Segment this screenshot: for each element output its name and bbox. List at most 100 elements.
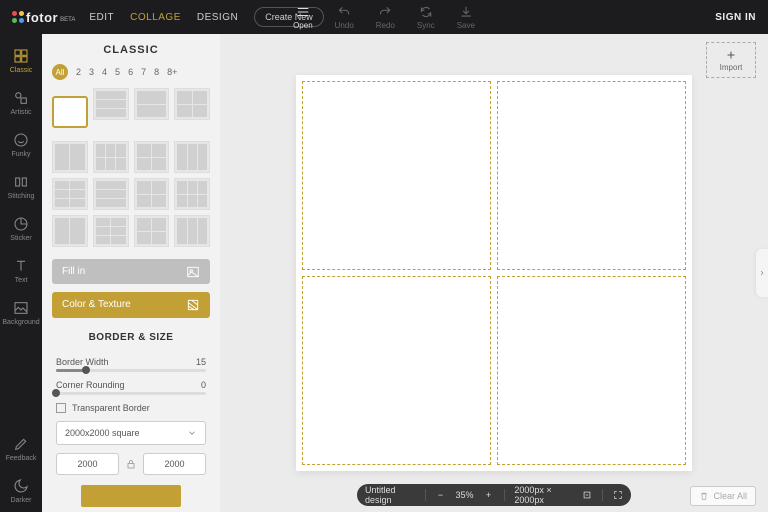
redo-icon <box>378 5 392 19</box>
zoom-value: 35% <box>455 490 473 500</box>
template-item[interactable] <box>52 215 88 247</box>
border-size-title: BORDER & SIZE <box>42 322 220 349</box>
smile-icon <box>13 132 29 148</box>
logo-beta: BETA <box>60 17 75 23</box>
border-width-value: 15 <box>196 357 206 367</box>
apply-button[interactable] <box>81 485 181 507</box>
corner-rounding-value: 0 <box>201 380 206 390</box>
template-item[interactable] <box>174 178 210 210</box>
zoom-out-button[interactable]: − <box>435 489 445 501</box>
rail-classic[interactable]: Classic <box>0 40 42 82</box>
count-7[interactable]: 7 <box>141 67 146 77</box>
redo-button[interactable]: Redo <box>376 5 395 30</box>
checkbox-icon <box>56 403 66 413</box>
stitch-icon <box>13 174 29 190</box>
template-item[interactable] <box>93 215 129 247</box>
rail-darker[interactable]: Darker <box>0 470 42 512</box>
corner-rounding-slider[interactable] <box>56 392 206 395</box>
logo-text: fotor <box>26 10 58 25</box>
nav-design[interactable]: DESIGN <box>197 12 238 23</box>
count-all[interactable]: All <box>52 64 68 80</box>
top-bar: fotor BETA EDIT COLLAGE DESIGN Create Ne… <box>0 0 768 34</box>
signin-button[interactable]: SIGN IN <box>715 12 756 23</box>
template-item[interactable] <box>52 141 88 173</box>
sticker-icon <box>13 216 29 232</box>
design-title[interactable]: Untitled design <box>365 485 415 505</box>
template-item[interactable] <box>134 178 170 210</box>
chevron-right-icon <box>758 269 766 277</box>
template-item[interactable] <box>93 88 129 120</box>
collage-cell[interactable] <box>302 276 491 465</box>
template-item[interactable] <box>174 141 210 173</box>
template-item[interactable] <box>134 88 170 120</box>
rail-stitching[interactable]: Stitching <box>0 166 42 208</box>
fullscreen-icon[interactable] <box>613 489 623 501</box>
undo-button[interactable]: Undo <box>335 5 354 30</box>
count-4[interactable]: 4 <box>102 67 107 77</box>
template-item[interactable] <box>52 96 88 128</box>
rail-text[interactable]: Text <box>0 250 42 292</box>
shapes-icon <box>13 90 29 106</box>
corner-rounding-label: Corner Rounding <box>56 380 125 390</box>
height-input[interactable]: 2000 <box>143 453 206 475</box>
grid-icon <box>13 48 29 64</box>
collage-cell[interactable] <box>302 81 491 270</box>
rail-background[interactable]: Background <box>0 292 42 334</box>
plus-icon <box>725 49 737 61</box>
open-button[interactable]: Open <box>293 5 313 30</box>
border-width-slider[interactable] <box>56 369 206 372</box>
menu-icon <box>296 5 310 19</box>
expand-handle[interactable] <box>756 249 768 297</box>
save-button[interactable]: Save <box>457 5 475 30</box>
collage-cell[interactable] <box>497 276 686 465</box>
rail-feedback[interactable]: Feedback <box>0 428 42 470</box>
artboard[interactable] <box>296 75 692 471</box>
color-texture-button[interactable]: Color & Texture <box>52 292 210 317</box>
panel-title: CLASSIC <box>42 34 220 64</box>
template-item[interactable] <box>174 88 210 120</box>
zoom-in-button[interactable]: + <box>484 489 494 501</box>
main-nav: EDIT COLLAGE DESIGN <box>89 12 238 23</box>
chevron-down-icon <box>187 428 197 438</box>
canvas-area: Import Clear All Untitled design − 35% +… <box>220 34 768 512</box>
template-item[interactable] <box>93 141 129 173</box>
rail-artistic[interactable]: Artistic <box>0 82 42 124</box>
template-item[interactable] <box>93 178 129 210</box>
fillin-button[interactable]: Fill in <box>52 259 210 284</box>
template-item[interactable] <box>134 141 170 173</box>
fit-icon[interactable] <box>582 489 592 501</box>
template-item[interactable] <box>134 215 170 247</box>
side-panel: CLASSIC All 2 3 4 5 6 7 8 8+ <box>42 34 220 512</box>
lock-icon[interactable] <box>125 458 137 470</box>
width-input[interactable]: 2000 <box>56 453 119 475</box>
border-width-label: Border Width <box>56 357 109 367</box>
nav-collage[interactable]: COLLAGE <box>130 12 181 23</box>
top-actions: Open Undo Redo Sync Save <box>293 5 475 30</box>
rail-funky[interactable]: Funky <box>0 124 42 166</box>
count-5[interactable]: 5 <box>115 67 120 77</box>
size-preset-select[interactable]: 2000x2000 square <box>56 421 206 445</box>
import-button[interactable]: Import <box>706 42 756 78</box>
template-counts: All 2 3 4 5 6 7 8 8+ <box>42 64 220 88</box>
image-icon <box>13 300 29 316</box>
text-icon <box>13 258 29 274</box>
logo[interactable]: fotor BETA <box>12 10 75 25</box>
count-8plus[interactable]: 8+ <box>167 67 177 77</box>
template-item[interactable] <box>52 178 88 210</box>
count-3[interactable]: 3 <box>89 67 94 77</box>
sync-button[interactable]: Sync <box>417 5 435 30</box>
moon-icon <box>13 478 29 494</box>
count-2[interactable]: 2 <box>76 67 81 77</box>
logo-icon <box>12 11 24 23</box>
count-6[interactable]: 6 <box>128 67 133 77</box>
rail-sticker[interactable]: Sticker <box>0 208 42 250</box>
download-icon <box>459 5 473 19</box>
pencil-icon <box>13 436 29 452</box>
template-item[interactable] <box>174 215 210 247</box>
nav-edit[interactable]: EDIT <box>89 12 114 23</box>
collage-cell[interactable] <box>497 81 686 270</box>
count-8[interactable]: 8 <box>154 67 159 77</box>
panel-content: Border Width 15 Corner Rounding 0 Transpar… <box>42 349 220 512</box>
transparent-border-checkbox[interactable]: Transparent Border <box>56 403 206 413</box>
clear-all-button[interactable]: Clear All <box>690 486 756 506</box>
